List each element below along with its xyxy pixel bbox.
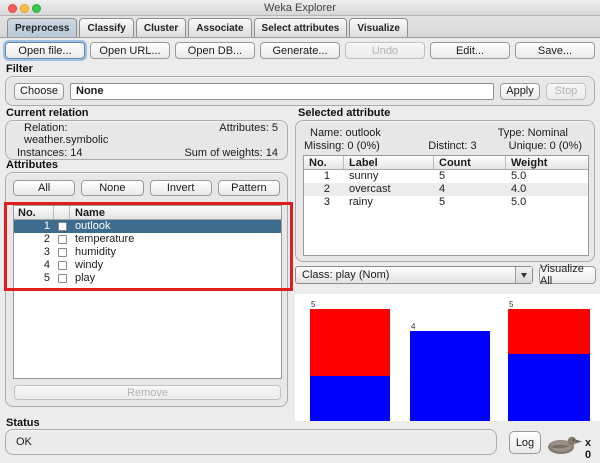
attribute-checkbox[interactable] (58, 248, 67, 257)
generate-button[interactable]: Generate... (260, 42, 340, 59)
apply-filter-button[interactable]: Apply (500, 83, 540, 100)
filter-title: Filter (6, 63, 33, 75)
column-header-weight: Weight (506, 156, 588, 169)
attributes-title: Attributes (6, 159, 58, 171)
bar-segment-yes (410, 331, 490, 421)
instances-count: Instances: 14 (6, 147, 147, 159)
selected-attribute-panel: Name: outlook Type: Nominal Missing: 0 (… (295, 120, 595, 262)
stat-name: Name: outlook (296, 127, 410, 139)
tab-visualize[interactable]: Visualize (349, 18, 408, 37)
attribute-checkbox[interactable] (58, 235, 67, 244)
bar-count-label: 5 (310, 300, 390, 309)
column-header-no: No. (304, 156, 344, 169)
attribute-row-temperature[interactable]: 2 temperature (14, 233, 281, 246)
log-button[interactable]: Log (509, 431, 541, 454)
tab-bar: Preprocess Classify Cluster Associate Se… (0, 16, 600, 38)
label-counts-table: No. Label Count Weight 1 sunny 5 5.0 2 o… (303, 155, 589, 256)
attribute-histogram: 5 4 5 (295, 294, 600, 421)
visualize-all-button[interactable]: Visualize All (539, 266, 596, 284)
chevron-down-icon[interactable] (515, 267, 532, 283)
filter-value-field[interactable]: None (70, 83, 494, 100)
column-header-name: Name (70, 206, 281, 219)
memory-usage: x 0 (585, 437, 600, 461)
histogram-bar-overcast: 4 (410, 322, 490, 421)
attributes-panel: All None Invert Pattern No. Name 1 outlo… (5, 172, 288, 407)
tab-preprocess[interactable]: Preprocess (7, 18, 77, 37)
current-relation-title: Current relation (6, 107, 89, 119)
attributes-table-header: No. Name (14, 206, 281, 220)
open-db-button[interactable]: Open DB... (175, 42, 255, 59)
current-relation-panel: Relation: weather.symbolic Attributes: 5… (5, 120, 288, 160)
select-all-button[interactable]: All (13, 180, 75, 196)
choose-filter-button[interactable]: Choose (14, 83, 64, 100)
remove-attribute-button: Remove (14, 385, 281, 400)
histogram-bar-rainy: 5 (508, 300, 590, 421)
bar-segment-no (310, 309, 390, 376)
relation-name: Relation: weather.symbolic (6, 122, 147, 146)
bar-segment-yes (508, 354, 590, 421)
attribute-row-humidity[interactable]: 3 humidity (14, 246, 281, 259)
column-header-label: Label (344, 156, 434, 169)
label-counts-header: No. Label Count Weight (304, 156, 588, 170)
window-title: Weka Explorer (0, 2, 600, 14)
bar-count-label: 5 (508, 300, 590, 309)
toolbar: Open file... Open URL... Open DB... Gene… (0, 42, 600, 59)
filter-panel: Choose None Apply Stop (5, 76, 595, 106)
attribute-row-windy[interactable]: 4 windy (14, 259, 281, 272)
stat-missing: Missing: 0 (0%) (296, 140, 410, 152)
label-row-rainy[interactable]: 3 rainy 5 5.0 (304, 196, 588, 209)
edit-button[interactable]: Edit... (430, 42, 510, 59)
attribute-checkbox[interactable] (58, 261, 67, 270)
stat-type: Type: Nominal (495, 127, 594, 139)
stat-unique: Unique: 0 (0%) (495, 140, 594, 152)
column-header-no: No. (14, 206, 54, 219)
attribute-row-outlook[interactable]: 1 outlook (14, 220, 281, 233)
column-header-checkbox (54, 206, 70, 219)
open-url-button[interactable]: Open URL... (90, 42, 170, 59)
status-message: OK (16, 436, 32, 448)
tab-cluster[interactable]: Cluster (136, 18, 186, 37)
histogram-bar-sunny: 5 (310, 300, 390, 421)
attribute-checkbox[interactable] (58, 222, 67, 231)
titlebar: Weka Explorer (0, 0, 600, 16)
class-selector-value: Class: play (Nom) (296, 269, 515, 281)
pattern-button[interactable]: Pattern (218, 180, 280, 196)
tab-associate[interactable]: Associate (188, 18, 251, 37)
undo-button: Undo (345, 42, 425, 59)
attributes-count: Attributes: 5 (147, 122, 288, 146)
attribute-row-play[interactable]: 5 play (14, 272, 281, 285)
bar-segment-no (508, 309, 590, 354)
bar-segment-yes (310, 376, 390, 421)
status-panel: OK (5, 429, 497, 455)
weka-bird-icon (546, 433, 583, 459)
bar-count-label: 4 (410, 322, 490, 331)
weka-explorer-window: Weka Explorer Preprocess Classify Cluste… (0, 0, 600, 463)
select-none-button[interactable]: None (81, 180, 143, 196)
selected-attribute-stats: Name: outlook Type: Nominal Missing: 0 (… (296, 127, 594, 152)
open-file-button[interactable]: Open file... (5, 42, 85, 59)
stop-filter-button: Stop (546, 83, 586, 100)
save-button[interactable]: Save... (515, 42, 595, 59)
class-selector-dropdown[interactable]: Class: play (Nom) (295, 266, 533, 284)
sum-of-weights: Sum of weights: 14 (147, 147, 288, 159)
tab-classify[interactable]: Classify (79, 18, 133, 37)
selected-attribute-title: Selected attribute (298, 107, 390, 119)
attribute-checkbox[interactable] (58, 274, 67, 283)
invert-selection-button[interactable]: Invert (150, 180, 212, 196)
column-header-count: Count (434, 156, 506, 169)
stat-distinct: Distinct: 3 (410, 140, 494, 152)
label-row-overcast[interactable]: 2 overcast 4 4.0 (304, 183, 588, 196)
attributes-table: No. Name 1 outlook 2 temperature 3 humid… (13, 205, 282, 379)
label-row-sunny[interactable]: 1 sunny 5 5.0 (304, 170, 588, 183)
tab-select-attributes[interactable]: Select attributes (254, 18, 348, 37)
status-title: Status (6, 417, 40, 429)
